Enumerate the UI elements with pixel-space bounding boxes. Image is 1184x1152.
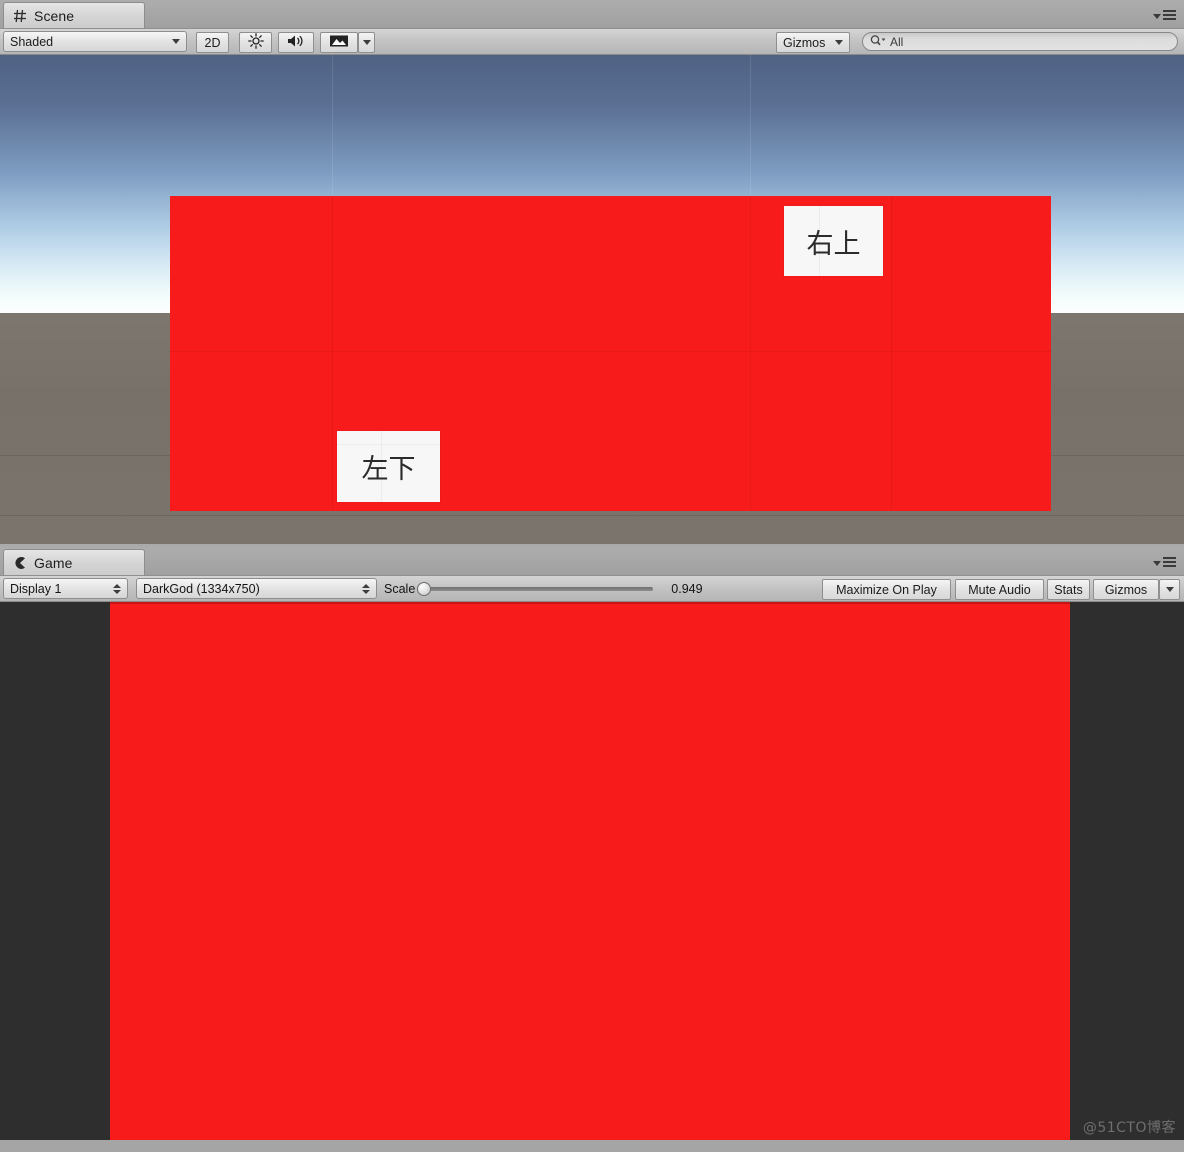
scene-panel: Scene Shaded 2D Gizmos All 右上 左下	[0, 0, 1184, 544]
scene-label-upper-right[interactable]: 右上	[784, 206, 883, 276]
grid-hash-icon	[13, 9, 27, 23]
canvas-guide-line	[332, 196, 333, 511]
tab-scene-label: Scene	[34, 7, 75, 24]
game-gizmos-dropdown[interactable]	[1159, 579, 1180, 600]
tab-game[interactable]: Game	[3, 549, 145, 575]
game-toolbar: Display 1 DarkGod (1334x750) Scale 0.949…	[0, 576, 1184, 602]
scene-effects-button[interactable]	[320, 32, 358, 53]
scene-ui-canvas: 右上 左下	[170, 196, 1051, 511]
scene-label-upper-right-text: 右上	[806, 228, 861, 260]
label-guide-line	[819, 206, 820, 276]
game-gizmos-button[interactable]: Gizmos	[1093, 579, 1159, 600]
speaker-audio-icon	[286, 33, 306, 52]
display-selector-value: Display 1	[10, 581, 62, 596]
label-guide-line	[381, 431, 382, 502]
game-panel: Game Display 1 DarkGod (1334x750) Scale	[0, 547, 1184, 1152]
maximize-on-play-button[interactable]: Maximize On Play	[822, 579, 951, 600]
canvas-guide-line	[891, 196, 892, 511]
updown-arrows-icon	[113, 583, 121, 594]
game-viewport[interactable]: 右上 左下 @51CTO博客	[0, 602, 1184, 1140]
tab-scene[interactable]: Scene	[3, 2, 145, 28]
chevron-down-icon	[172, 39, 180, 44]
label-guide-line	[337, 444, 440, 445]
toggle-2d-button[interactable]: 2D	[196, 32, 229, 53]
scene-label-lower-left-text: 左下	[361, 454, 416, 485]
scale-control: Scale 0.949	[380, 576, 815, 601]
aspect-ratio-value: DarkGod (1334x750)	[143, 581, 260, 596]
chevron-down-icon	[1153, 560, 1161, 566]
display-selector[interactable]: Display 1	[3, 578, 128, 599]
game-panel-options-icon[interactable]	[1153, 555, 1179, 569]
draw-mode-label: Shaded	[10, 34, 54, 49]
updown-arrows-icon	[362, 583, 370, 594]
draw-mode-dropdown[interactable]: Shaded	[3, 31, 187, 52]
canvas-guide-line	[170, 351, 1051, 352]
scale-value: 0.949	[671, 581, 703, 596]
sun-light-icon	[247, 33, 264, 52]
scene-tabstrip: Scene	[0, 0, 1184, 29]
game-pacman-icon	[13, 556, 27, 570]
scene-gizmos-button[interactable]: Gizmos	[776, 32, 850, 53]
game-render-area	[110, 602, 1070, 1140]
scene-lighting-button[interactable]	[239, 32, 272, 53]
chevron-down-icon	[1153, 13, 1161, 19]
scene-search-value: All	[890, 34, 904, 49]
tab-game-label: Game	[34, 554, 73, 571]
scale-slider-handle[interactable]	[417, 581, 432, 596]
scene-effects-dropdown[interactable]	[358, 32, 375, 53]
image-fx-icon	[329, 34, 349, 51]
ground-grid-line	[0, 515, 1184, 516]
mute-audio-button[interactable]: Mute Audio	[955, 579, 1044, 600]
chevron-down-icon	[1165, 587, 1174, 592]
scene-viewport[interactable]: 右上 左下	[0, 55, 1184, 544]
scene-label-lower-left[interactable]: 左下	[337, 431, 440, 502]
scene-gizmos-label: Gizmos	[783, 35, 826, 50]
game-gizmos-label: Gizmos	[1104, 582, 1148, 597]
scale-label: Scale	[384, 581, 416, 596]
unity-editor-window: Scene Shaded 2D Gizmos All 右上 左下 Game Di…	[0, 0, 1184, 1152]
hamburger-icon	[1163, 10, 1176, 20]
maximize-on-play-label: Maximize On Play	[836, 582, 937, 597]
stats-button[interactable]: Stats	[1047, 579, 1090, 600]
stats-label: Stats	[1054, 582, 1083, 597]
scene-audio-button[interactable]	[278, 32, 314, 53]
scene-panel-options-icon[interactable]	[1153, 8, 1179, 22]
canvas-guide-line	[750, 196, 751, 511]
watermark: @51CTO博客	[1082, 1120, 1176, 1136]
chevron-down-icon	[362, 40, 371, 45]
mute-audio-label: Mute Audio	[968, 582, 1031, 597]
scale-slider[interactable]	[417, 581, 654, 596]
chevron-down-icon	[835, 40, 843, 45]
game-canvas-top-edge	[110, 602, 1070, 604]
scene-search-input[interactable]: All	[862, 32, 1178, 51]
aspect-ratio-selector[interactable]: DarkGod (1334x750)	[136, 578, 377, 599]
game-tabstrip: Game	[0, 547, 1184, 576]
scene-toolbar: Shaded 2D Gizmos All	[0, 29, 1184, 55]
search-icon	[870, 34, 887, 50]
toggle-2d-label: 2D	[204, 35, 221, 50]
hamburger-icon	[1163, 557, 1176, 567]
